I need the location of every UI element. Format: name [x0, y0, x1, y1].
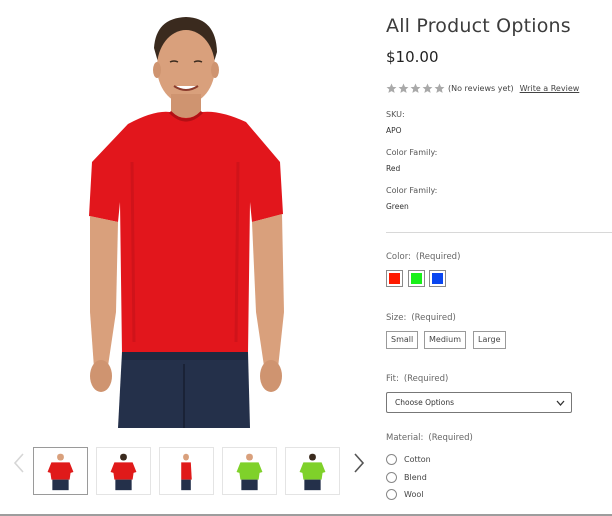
product-title: All Product Options [386, 15, 571, 37]
star-icon [422, 83, 433, 93]
size-button-large[interactable]: Large [473, 331, 506, 349]
star-icon [410, 83, 421, 93]
color-family-value: Green [386, 202, 409, 211]
required-indicator: (Required) [411, 313, 456, 323]
fit-select-value: Choose Options [395, 398, 455, 407]
radio-button[interactable] [386, 454, 397, 465]
radio-label: Blend [404, 473, 427, 482]
size-button-small[interactable]: Small [386, 331, 419, 349]
chevron-down-icon [556, 400, 565, 406]
thumbnail-red-side[interactable] [159, 447, 214, 495]
material-radio-blend[interactable]: Blend [386, 471, 427, 484]
required-indicator: (Required) [403, 374, 449, 384]
write-review-link[interactable]: Write a Review [520, 84, 580, 93]
color-swatch-red[interactable] [386, 270, 403, 287]
color-swatch-blue[interactable] [429, 270, 446, 287]
radio-label: Wool [404, 490, 424, 499]
rating-row: (No reviews yet) Write a Review [386, 81, 579, 95]
radio-button[interactable] [386, 472, 397, 483]
thumbnail-green-front[interactable] [222, 447, 277, 495]
color-swatch-green[interactable] [408, 270, 425, 287]
star-rating [386, 83, 445, 94]
product-main-image[interactable] [70, 12, 310, 428]
radio-button[interactable] [386, 489, 397, 500]
sku-label: SKU: [386, 110, 405, 119]
material-option-label: Material: (Required) [386, 433, 473, 443]
color-option-label: Color: (Required) [386, 252, 461, 262]
star-icon [434, 83, 445, 93]
reviews-count: (No reviews yet) [448, 83, 514, 93]
fit-option-label: Fit: (Required) [386, 374, 449, 384]
size-button-medium[interactable]: Medium [424, 331, 466, 349]
sku-value: APO [386, 126, 402, 135]
section-divider [386, 232, 612, 233]
star-icon [398, 83, 409, 93]
color-family-label: Color Family: [386, 148, 438, 157]
color-family-value: Red [386, 164, 401, 173]
color-family-label: Color Family: [386, 186, 438, 195]
thumbnail-prev-arrow[interactable] [12, 452, 26, 474]
material-radio-wool[interactable]: Wool [386, 488, 423, 501]
product-price: $10.00 [386, 48, 439, 66]
star-icon [386, 83, 397, 93]
thumbnail-red-back[interactable] [96, 447, 151, 495]
fit-select[interactable]: Choose Options [386, 392, 572, 413]
thumbnail-red-front[interactable] [33, 447, 88, 495]
size-option-label: Size: (Required) [386, 313, 456, 323]
material-radio-cotton[interactable]: Cotton [386, 453, 431, 466]
thumbnail-next-arrow[interactable] [352, 452, 366, 474]
required-indicator: (Required) [415, 252, 461, 262]
required-indicator: (Required) [428, 433, 473, 443]
radio-label: Cotton [404, 455, 431, 464]
thumbnail-green-back[interactable] [285, 447, 340, 495]
